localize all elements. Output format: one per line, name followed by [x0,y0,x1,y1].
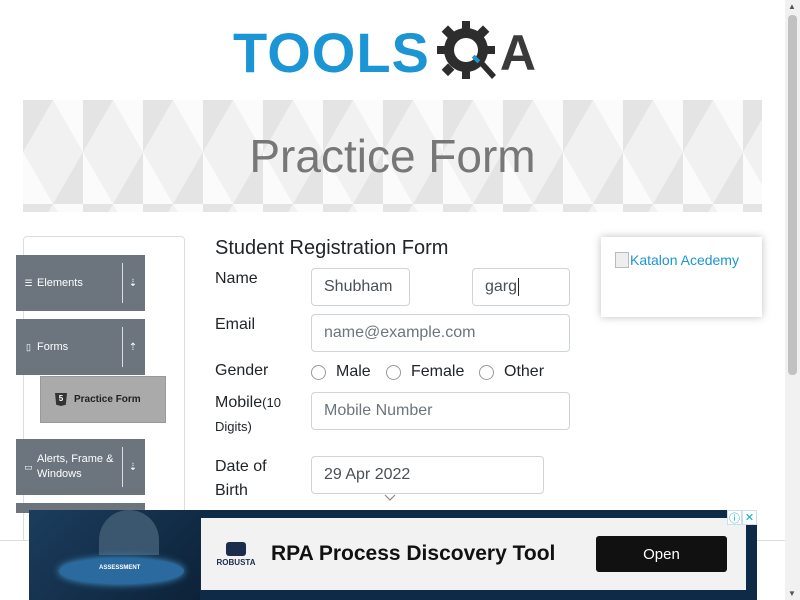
gender-radio-other[interactable]: Other [479,363,544,381]
dob-label: Date of Birth [215,458,267,499]
broken-image[interactable]: Katalon Acedemy [615,252,739,268]
divider [122,263,123,303]
radio-circle[interactable] [479,364,494,380]
broken-image-icon [615,252,629,268]
last-name-input[interactable]: garg [472,268,570,306]
radio-circle[interactable] [311,364,326,380]
ad-tablet-graphic [59,558,184,584]
sidebar-group-elements[interactable]: ☰ Elements ⇣ [16,255,145,311]
scroll-down-icon[interactable]: ▼ [788,589,796,598]
last-name-value: garg [485,278,518,295]
radio-label: Other [504,363,545,380]
ad-controls: ⓘ ✕ [727,510,757,525]
email-label: Email [215,316,256,333]
html5-icon: 5 [55,393,67,406]
ad-headline: RPA Process Discovery Tool [271,542,556,565]
menu-icon: ☰ [24,277,33,288]
first-name-value: Shubham [324,278,393,295]
expand-icon[interactable]: ⇣ [127,278,139,289]
email-input[interactable]: name@example.com [311,314,570,352]
page-banner: Practice Form [23,100,762,212]
ad-person-graphic [99,510,159,555]
close-icon[interactable]: ✕ [742,510,757,525]
toolsqa-logo[interactable]: TOOLS A [233,16,555,90]
expand-icon[interactable]: ⇣ [127,462,139,473]
window-icon: ▭ [24,461,33,472]
name-label: Name [215,270,258,287]
dob-value: 29 Apr 2022 [324,466,411,483]
divider [122,327,123,367]
radio-label: Female [411,363,465,380]
divider [122,447,123,487]
gender-radio-female[interactable]: Female [386,363,464,381]
ad-brand-name: ROBUSTA [216,557,256,567]
ad-image-text: ASSESSMENT [99,565,141,571]
mobile-label-text: Mobile [215,394,263,411]
sidebar-item-practice-form[interactable]: 5 Practice Form [40,376,166,423]
scroll-thumb[interactable] [788,15,797,375]
sidebar-item-label: Practice Form [74,394,141,405]
page-title: Practice Form [249,130,536,182]
radio-label: Male [336,363,371,380]
collapse-icon[interactable]: ⇡ [127,342,139,353]
chevron-down-icon [384,494,396,504]
radio-circle[interactable] [386,364,401,380]
file-icon: ▯ [26,341,31,352]
ad-brand-logo: ROBUSTA [201,541,271,567]
mobile-input[interactable]: Mobile Number [311,392,570,430]
gender-label: Gender [215,362,269,379]
mobile-label: Mobile(10 Digits) [215,391,305,439]
logo-text: TOOLS [233,21,430,84]
sidebar-group-alerts[interactable]: ▭ Alerts, Frame & Windows ⇣ [16,439,145,495]
logo-suffix: A [499,25,536,81]
page: TOOLS A Practice Form ☰ Elements ⇣ ▯ For… [0,0,800,600]
text-cursor [518,278,520,296]
ad-open-button[interactable]: Open [596,536,727,572]
brand-mark-icon [226,541,246,556]
email-placeholder: name@example.com [324,324,476,341]
image-alt-text: Katalon Acedemy [630,252,739,268]
side-advertisement[interactable]: Katalon Acedemy [601,237,762,317]
first-name-input[interactable]: Shubham [311,268,410,306]
ad-image[interactable]: ASSESSMENT [29,510,200,600]
info-icon[interactable]: ⓘ [727,510,742,525]
mobile-placeholder: Mobile Number [324,402,433,419]
form-title: Student Registration Form [215,237,449,259]
ad-card[interactable]: ROBUSTA RPA Process Discovery Tool Open [201,518,746,590]
dob-input[interactable]: 29 Apr 2022 [311,456,544,494]
page-scrollbar[interactable]: ▲ ▼ [785,0,800,600]
gender-radio-male[interactable]: Male [311,363,371,381]
gear-icon [434,17,504,89]
scroll-up-icon[interactable]: ▲ [788,2,796,11]
bottom-advertisement[interactable]: ASSESSMENT ROBUSTA RPA Process Discovery… [29,510,757,600]
sidebar-group-forms[interactable]: ▯ Forms ⇡ [16,319,145,375]
